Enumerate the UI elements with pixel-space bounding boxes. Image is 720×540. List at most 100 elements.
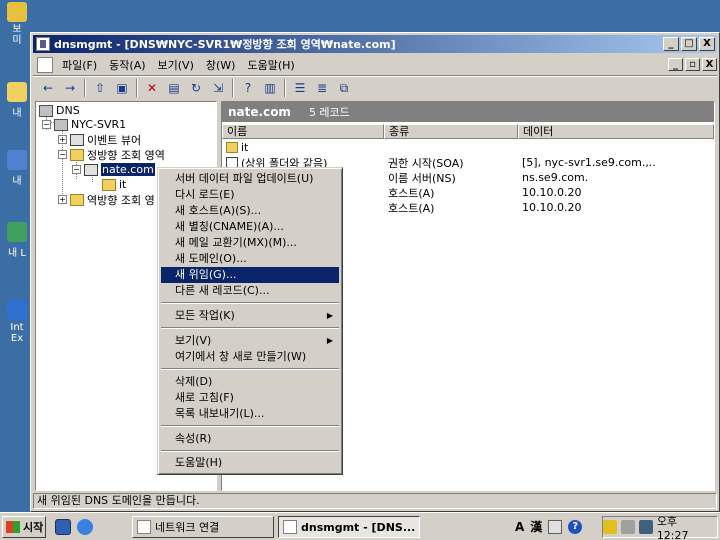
task-label: dnsmgmt - [DNS... <box>301 520 416 534</box>
hanja-toggle[interactable]: 漢 <box>530 518 542 535</box>
menu-help[interactable]: 도움말(H) <box>241 57 300 73</box>
menu-item-view[interactable]: 보기(V) ▶ <box>161 333 339 349</box>
menu-item-delete[interactable]: 삭제(D) <box>161 374 339 390</box>
details-icon[interactable]: ≣ <box>311 78 333 98</box>
menu-item-new-mx[interactable]: 새 메일 교환기(MX)(M)... <box>161 235 339 251</box>
desktop-icon-2[interactable]: 내 <box>0 82 34 119</box>
collapse-toggle[interactable]: − <box>72 165 81 174</box>
mdi-minimize-button[interactable]: _ <box>668 58 683 71</box>
clock[interactable]: 오후 12:27 <box>657 513 712 540</box>
tree-node-reverse-zones[interactable]: + 역방향 조회 영 <box>58 192 155 207</box>
menu-item-help[interactable]: 도움말(H) <box>161 455 339 471</box>
forward-icon[interactable]: → <box>59 78 81 98</box>
show-tree-icon[interactable]: ▣ <box>111 78 133 98</box>
toolbar-separator <box>136 79 138 97</box>
menu-item-properties[interactable]: 속성(R) <box>161 431 339 447</box>
collapse-toggle[interactable]: − <box>58 150 67 159</box>
menu-item-label: 새로 고침(F) <box>175 391 234 404</box>
menu-separator <box>161 450 339 452</box>
internet-explorer-icon[interactable] <box>77 519 93 535</box>
tree-label: NYC-SVR1 <box>71 118 127 131</box>
expand-toggle[interactable]: + <box>58 195 67 204</box>
server-icon <box>54 118 68 131</box>
menu-item-update-server-data[interactable]: 서버 데이터 파일 업데이트(U) <box>161 171 339 187</box>
taskbar: 시작 네트워크 연결 dnsmgmt - [DNS... A 漢 ? 오후 12… <box>0 512 720 540</box>
menu-view[interactable]: 보기(V) <box>152 57 200 73</box>
volume-icon[interactable] <box>620 520 635 534</box>
record-type: 호스트(A) <box>388 186 435 200</box>
folder-icon <box>70 193 84 206</box>
menu-item-all-tasks[interactable]: 모든 작업(K) ▶ <box>161 308 339 324</box>
mdi-close-button[interactable]: X <box>702 58 717 71</box>
column-header-name[interactable]: 이름 <box>222 124 384 139</box>
back-icon[interactable]: ← <box>37 78 59 98</box>
column-header-data[interactable]: 데이터 <box>518 124 714 139</box>
context-menu: 서버 데이터 파일 업데이트(U) 다시 로드(E) 새 호스트(A)(S)..… <box>157 167 343 475</box>
record-data: 10.10.0.20 <box>522 186 582 199</box>
up-folder-icon[interactable]: ⇧ <box>89 78 111 98</box>
network-tray-icon[interactable] <box>638 520 653 534</box>
console-icon[interactable]: ▥ <box>259 78 281 98</box>
menu-item-label: 도움말(H) <box>175 456 223 469</box>
ime-tools-icon[interactable] <box>548 519 563 534</box>
menu-item-new-host[interactable]: 새 호스트(A)(S)... <box>161 203 339 219</box>
menu-window[interactable]: 창(W) <box>200 57 242 73</box>
menu-item-other-new-records[interactable]: 다른 새 레코드(C)... <box>161 283 339 299</box>
close-button[interactable]: X <box>699 37 715 51</box>
ime-help-icon[interactable]: ? <box>568 519 583 534</box>
taskbar-button-network-connections[interactable]: 네트워크 연결 <box>132 516 274 538</box>
list-icon[interactable]: ☰ <box>289 78 311 98</box>
mdi-restore-button[interactable]: ▫ <box>685 58 700 71</box>
toolbar: ← → ⇧ ▣ ✕ ▤ ↻ ⇲ ? ▥ ☰ ≣ ⧉ <box>33 77 717 99</box>
network-icon <box>7 222 27 242</box>
ime-mode-toggle[interactable]: A <box>515 520 524 534</box>
minimize-button[interactable]: _ <box>663 37 679 51</box>
table-row[interactable]: it <box>222 140 522 155</box>
delete-icon[interactable]: ✕ <box>141 78 163 98</box>
menu-item-refresh[interactable]: 새로 고침(F) <box>161 390 339 406</box>
title-bar[interactable]: dnsmgmt - [DNS₩NYC-SVR1₩정방향 조회 영역₩nate.c… <box>33 35 717 53</box>
start-button[interactable]: 시작 <box>2 516 46 538</box>
toolbar-separator <box>284 79 286 97</box>
taskbar-button-dnsmgmt[interactable]: dnsmgmt - [DNS... <box>278 516 420 538</box>
menu-item-new-domain[interactable]: 새 도메인(O)... <box>161 251 339 267</box>
expand-toggle[interactable]: + <box>58 135 67 144</box>
tree-label: 역방향 조회 영 <box>87 193 155 207</box>
tree-node-it[interactable]: it <box>102 177 126 192</box>
desktop-icon-ie[interactable]: Int Ex <box>0 300 34 344</box>
menu-item-new-delegation[interactable]: 새 위임(G)... <box>161 267 339 283</box>
menu-item-new-alias[interactable]: 새 별칭(CNAME)(A)... <box>161 219 339 235</box>
export-icon[interactable]: ⇲ <box>207 78 229 98</box>
desktop-icon-my-computer[interactable]: 내 <box>0 150 34 187</box>
zone-title: nate.com <box>228 105 291 119</box>
record-type: 호스트(A) <box>388 201 435 215</box>
tree-node-zone-nate[interactable]: − nate.com <box>72 162 156 177</box>
menu-file[interactable]: 파일(F) <box>56 57 103 73</box>
submenu-arrow-icon: ▶ <box>326 311 333 320</box>
desktop-icon-network[interactable]: 내 L <box>0 222 34 259</box>
menu-item-reload[interactable]: 다시 로드(E) <box>161 187 339 203</box>
menu-item-new-window-from-here[interactable]: 여기에서 창 새로 만들기(W) <box>161 349 339 365</box>
maximize-button[interactable]: □ <box>681 37 697 51</box>
desktop-icon-my-documents[interactable]: 보 미 <box>0 2 34 46</box>
tree-node-server[interactable]: − NYC-SVR1 <box>42 117 126 132</box>
collapse-toggle[interactable]: − <box>42 120 51 129</box>
menu-item-export-list[interactable]: 목록 내보내기(L)... <box>161 406 339 422</box>
show-desktop-icon[interactable] <box>55 519 71 535</box>
refresh-icon[interactable]: ↻ <box>185 78 207 98</box>
desktop-icon-label: 내 <box>12 176 22 187</box>
windows-logo-icon <box>6 521 20 533</box>
tree-node-forward-zones[interactable]: − 정방향 조회 영역 <box>58 147 165 162</box>
menu-action[interactable]: 동작(A) <box>103 57 151 73</box>
tree-node-dns[interactable]: DNS <box>39 103 80 118</box>
tree-node-event-viewer[interactable]: + 이벤트 뷰어 <box>58 132 141 147</box>
column-header-type[interactable]: 종류 <box>384 124 518 139</box>
help-folder-icon <box>7 2 27 22</box>
mmc-app-icon[interactable] <box>36 37 50 51</box>
security-shield-icon[interactable] <box>603 520 617 534</box>
help-icon[interactable]: ? <box>237 78 259 98</box>
record-data: [5], nyc-svr1.se9.com.,.. <box>522 156 656 169</box>
properties-icon[interactable]: ▤ <box>163 78 185 98</box>
console-icon[interactable] <box>37 56 53 73</box>
filter-icon[interactable]: ⧉ <box>333 78 355 98</box>
